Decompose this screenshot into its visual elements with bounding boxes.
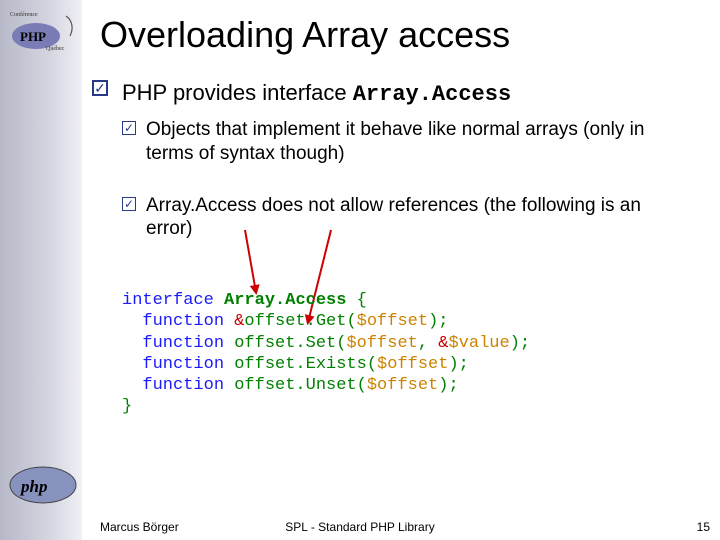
interface-name: Array.Access (353, 82, 511, 107)
svg-text:Conférence: Conférence (10, 11, 38, 18)
svg-text:Québec: Québec (46, 46, 65, 52)
sub-bullet: ✓ Objects that implement it behave like … (122, 118, 692, 166)
svg-text:PHP: PHP (20, 29, 46, 44)
main-bullet: ✓ PHP provides interface Array.Access (92, 80, 511, 107)
main-text-before: PHP provides interface (122, 80, 353, 105)
sidebar-gradient (0, 0, 82, 540)
slide-title: Overloading Array access (100, 14, 510, 56)
checkbox-icon: ✓ (122, 197, 136, 211)
sub-bullet: ✓ Array.Access does not allow references… (122, 194, 692, 242)
footer-center: SPL - Standard PHP Library (0, 520, 720, 534)
svg-text:php: php (19, 477, 47, 496)
conference-logo: Conférence PHP Québec (6, 6, 80, 54)
checkbox-icon: ✓ (92, 80, 108, 96)
main-bullet-text: PHP provides interface Array.Access (122, 80, 511, 107)
sub-bullets: ✓ Objects that implement it behave like … (122, 118, 692, 269)
sub-bullet-text: Array.Access does not allow references (… (146, 194, 692, 242)
footer-page-number: 15 (697, 520, 710, 534)
php-logo: php (6, 462, 80, 508)
checkbox-icon: ✓ (122, 121, 136, 135)
code-block: interface Array.Access { function &offse… (122, 290, 530, 418)
sub-bullet-text: Objects that implement it behave like no… (146, 118, 692, 166)
